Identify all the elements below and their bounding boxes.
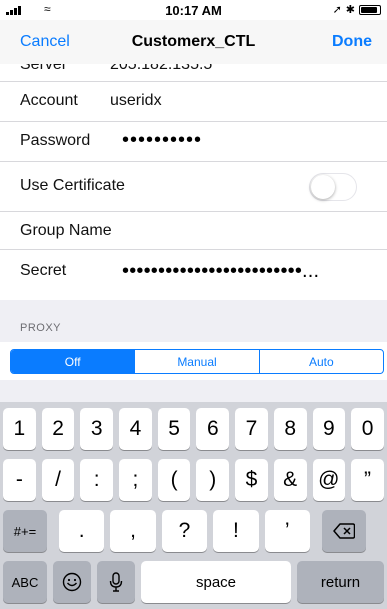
server-row[interactable]: Server 205.182.135.5 [0,64,387,82]
key-dollar[interactable]: $ [235,459,268,501]
key-hyphen[interactable]: - [3,459,36,501]
screen: ≈ 10:17 AM ➚ ✱ Cancel Customerx_CTL Done… [0,0,387,609]
key-5[interactable]: 5 [157,408,191,450]
secret-label: Secret [20,262,67,279]
use-certificate-toggle[interactable] [309,173,357,201]
secret-row[interactable]: Secret •••••••••••••••••••••••••... [0,250,387,300]
dictation-key[interactable] [97,561,135,603]
key-more-symbols[interactable]: #+= [3,510,47,552]
status-time: 10:17 AM [165,3,222,18]
cancel-button[interactable]: Cancel [20,33,70,51]
key-1[interactable]: 1 [3,408,36,450]
keyboard: 1 2 3 4 5 6 7 8 9 0 - / : ; ( ) $ & @ ” … [0,402,387,609]
account-label: Account [20,92,78,109]
key-period[interactable]: . [59,510,105,552]
keyboard-row-bottom: ABC space return [0,561,387,603]
key-8[interactable]: 8 [273,408,307,450]
space-key[interactable]: space [141,561,291,603]
key-semicolon[interactable]: ; [119,459,152,501]
key-colon[interactable]: : [80,459,114,501]
settings-list: Server 205.182.135.5 Account useridx Pas… [0,64,387,300]
backspace-key[interactable] [321,510,366,552]
bluetooth-icon: ✱ [345,4,355,16]
key-comma[interactable]: , [110,510,156,552]
proxy-row: Off Manual Auto [0,342,387,380]
status-bar: ≈ 10:17 AM ➚ ✱ [0,0,387,20]
key-2[interactable]: 2 [41,408,75,450]
keyboard-row-symbols: - / : ; ( ) $ & @ ” [0,459,387,501]
key-ampersand[interactable]: & [273,459,307,501]
key-3[interactable]: 3 [80,408,114,450]
password-row[interactable]: Password •••••••••• [0,122,387,162]
key-4[interactable]: 4 [119,408,152,450]
keyboard-row-numbers: 1 2 3 4 5 6 7 8 9 0 [0,408,387,450]
backspace-icon [333,523,355,539]
key-at[interactable]: @ [312,459,346,501]
account-field[interactable]: useridx [110,92,162,110]
key-apostrophe[interactable]: ’ [264,510,310,552]
key-slash[interactable]: / [41,459,75,501]
return-key[interactable]: return [297,561,384,603]
microphone-icon [109,572,123,592]
password-label: Password [20,132,91,149]
proxy-section-header: PROXY [20,322,62,334]
keyboard-row-punctuation: #+= . , ? ! ’ [0,510,387,552]
proxy-auto-segment[interactable]: Auto [258,350,383,373]
server-field[interactable]: 205.182.135.5 [110,64,212,74]
key-7[interactable]: 7 [235,408,268,450]
use-certificate-row: Use Certificate [0,162,387,212]
location-icon: ➚ [332,4,342,16]
emoji-icon [62,572,82,592]
key-0[interactable]: 0 [351,408,384,450]
key-quote[interactable]: ” [351,459,384,501]
use-certificate-label: Use Certificate [20,177,125,194]
server-label: Server [20,64,68,73]
toggle-knob [311,175,335,199]
key-open-paren[interactable]: ( [157,459,191,501]
done-button[interactable]: Done [332,33,372,51]
key-9[interactable]: 9 [312,408,346,450]
battery-icon [359,4,381,15]
group-name-label: Group Name [20,222,112,239]
key-close-paren[interactable]: ) [196,459,230,501]
key-abc[interactable]: ABC [3,561,47,603]
account-row[interactable]: Account useridx [0,82,387,122]
emoji-key[interactable] [53,561,91,603]
proxy-segmented-control: Off Manual Auto [10,349,384,374]
key-question[interactable]: ? [161,510,208,552]
key-6[interactable]: 6 [196,408,230,450]
group-name-row[interactable]: Group Name [0,212,387,250]
proxy-off-segment[interactable]: Off [11,350,135,373]
navigation-bar: Cancel Customerx_CTL Done [0,20,387,64]
secret-field[interactable]: •••••••••••••••••••••••••... [122,260,374,283]
password-field[interactable]: •••••••••• [122,129,202,152]
key-exclamation[interactable]: ! [213,510,259,552]
proxy-manual-segment[interactable]: Manual [134,350,258,373]
